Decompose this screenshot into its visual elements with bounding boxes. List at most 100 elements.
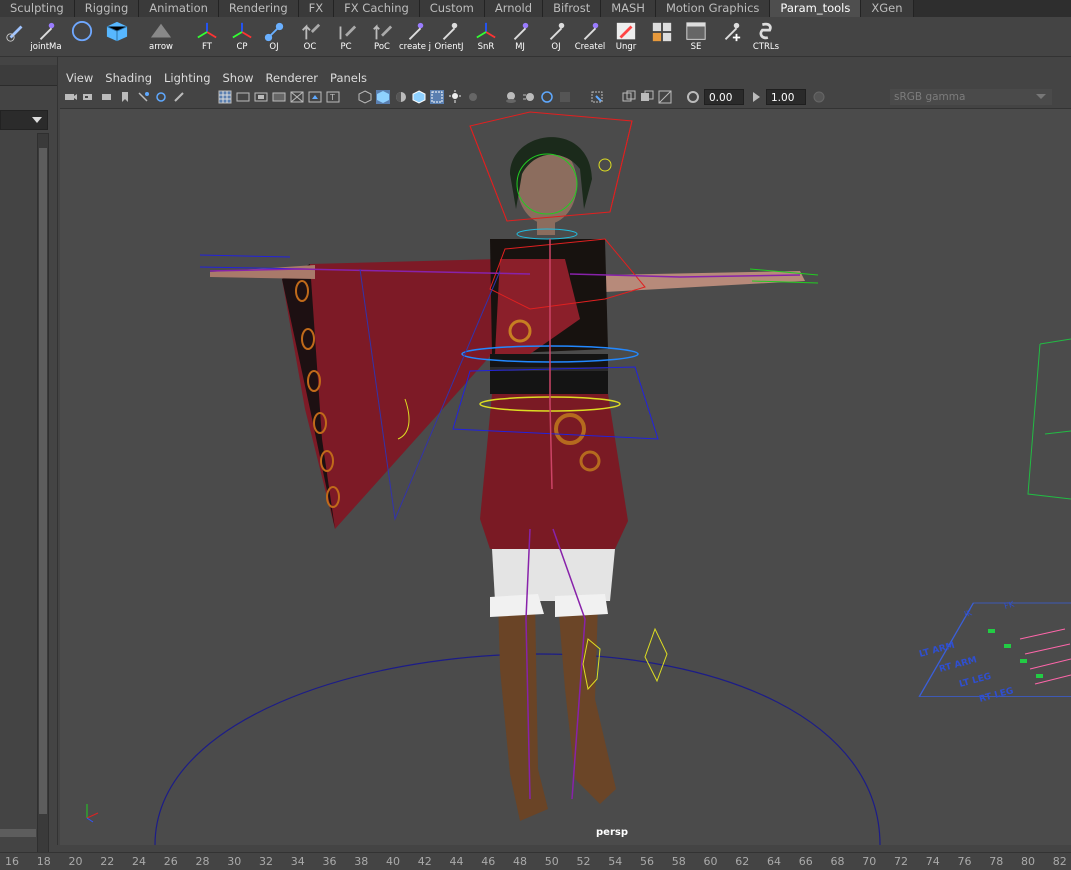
shelf-button-label: MJ <box>515 42 525 52</box>
shadows-icon[interactable] <box>466 90 480 104</box>
shelf-tab-animation[interactable]: Animation <box>139 0 219 17</box>
flag-icon[interactable] <box>118 90 132 104</box>
shelf-button-pc[interactable]: PC <box>330 19 362 54</box>
antialias-icon[interactable] <box>540 90 554 104</box>
timeline-tick: 18 <box>36 855 51 868</box>
timeline-tick: 20 <box>68 855 83 868</box>
left-panel-scrollbar[interactable] <box>37 133 49 865</box>
ambient-occlusion-icon[interactable] <box>504 90 518 104</box>
shelf-tab-fx[interactable]: FX <box>298 0 335 17</box>
resolution-gate-icon[interactable] <box>254 90 268 104</box>
color-space-dropdown[interactable]: sRGB gamma <box>890 89 1052 105</box>
shelf-button-ungr[interactable]: Ungr <box>610 19 642 54</box>
viewport-3d[interactable]: IK FK LT ARM RT ARM LT LEG RT LEG persp <box>60 109 1071 845</box>
shelf-button-label: OJ <box>269 42 279 52</box>
shelf-button-oj[interactable]: OJ <box>258 19 290 54</box>
shelf-button-cp[interactable]: CP <box>226 19 258 54</box>
shelf-button-se[interactable]: SE <box>680 19 712 54</box>
field-chart-icon[interactable] <box>290 90 304 104</box>
shelf-tab-rigging[interactable]: Rigging <box>74 0 140 17</box>
safe-action-icon[interactable] <box>308 90 322 104</box>
shelf-button-label: OrientJ <box>434 42 464 52</box>
shelf-button-plus-joint[interactable] <box>715 19 747 54</box>
shelf-button-chain[interactable] <box>0 19 32 54</box>
menu-view[interactable]: View <box>60 71 99 85</box>
color-management-icon[interactable] <box>812 90 826 104</box>
depth-of-field-icon[interactable] <box>558 90 572 104</box>
shelf-button-arrow[interactable]: arrow <box>145 19 177 54</box>
smooth-shade-icon[interactable] <box>376 90 390 104</box>
motion-blur-icon[interactable] <box>522 90 536 104</box>
menu-panels[interactable]: Panels <box>324 71 373 85</box>
shelf-tab-bifrost[interactable]: Bifrost <box>543 0 602 17</box>
timeline-tick: 68 <box>830 855 845 868</box>
left-panel-hscroll[interactable] <box>0 829 36 837</box>
xray-active-icon[interactable] <box>640 90 654 104</box>
shelf-tab-arnold[interactable]: Arnold <box>484 0 544 17</box>
grid-icon[interactable] <box>218 90 232 104</box>
image-plane-icon[interactable] <box>154 90 168 104</box>
timeline-tick: 56 <box>640 855 654 868</box>
timeline-tick: 58 <box>671 855 686 868</box>
safe-title-icon[interactable]: T <box>326 90 340 104</box>
grease-pencil-icon[interactable] <box>172 90 186 104</box>
gamma-icon[interactable] <box>750 90 764 104</box>
select-camera-icon[interactable] <box>64 90 78 104</box>
shelf-button-grid[interactable] <box>646 19 678 54</box>
shelf-tab-fx-caching[interactable]: FX Caching <box>334 0 420 17</box>
shelf-tab-param-tools[interactable]: Param_tools <box>770 0 862 17</box>
foot-control-b <box>644 627 668 683</box>
timeline[interactable]: 16 18 20 22 24 26 28 30 32 34 36 38 40 42 44 46 48 50 52 54… <box>0 852 1071 870</box>
gate-mask-icon[interactable] <box>272 90 286 104</box>
xray-joints-icon[interactable] <box>622 90 636 104</box>
skirt <box>480 394 628 549</box>
exposure-icon[interactable] <box>686 90 700 104</box>
backface-icon[interactable] <box>658 90 672 104</box>
timeline-tick: 78 <box>989 855 1004 868</box>
menu-show[interactable]: Show <box>217 71 260 85</box>
obi-belt <box>490 354 608 394</box>
bookmark-icon[interactable] <box>100 90 114 104</box>
shelf-button-mj[interactable]: MJ <box>504 19 536 54</box>
shelf-button-snr[interactable]: SnR <box>470 19 502 54</box>
left-panel-dropdown[interactable] <box>0 110 48 130</box>
shelf-button-cube[interactable] <box>101 19 133 54</box>
gamma-field[interactable]: 1.00 <box>766 89 806 105</box>
exposure-field[interactable]: 0.00 <box>704 89 744 105</box>
menu-renderer[interactable]: Renderer <box>260 71 325 85</box>
shelf-button-jointma[interactable]: jointMa <box>30 19 62 54</box>
film-gate-icon[interactable] <box>136 90 150 104</box>
shelf-button-ft[interactable]: FT <box>191 19 223 54</box>
shelf-button-create-j[interactable]: create j <box>399 19 431 54</box>
circle-icon <box>71 21 93 42</box>
menu-lighting[interactable]: Lighting <box>158 71 216 85</box>
camera-attributes-icon[interactable] <box>82 90 96 104</box>
shelf-button-createl[interactable]: Createl <box>574 19 606 54</box>
shelf-button-poc[interactable]: PoC <box>366 19 398 54</box>
shelf-tab-sculpting[interactable]: Sculpting <box>0 0 75 17</box>
shelf-button-orientj[interactable]: OrientJ <box>433 19 465 54</box>
shelf-tab-motion-graphics[interactable]: Motion Graphics <box>655 0 771 17</box>
lights-icon[interactable] <box>448 90 462 104</box>
menu-shading[interactable]: Shading <box>99 71 158 85</box>
shelf-button-circle[interactable] <box>66 19 98 54</box>
shelf-tab-xgen[interactable]: XGen <box>861 0 914 17</box>
scroll-thumb[interactable] <box>39 148 47 814</box>
camera-label: persp <box>596 827 628 838</box>
default-material-icon[interactable] <box>394 90 408 104</box>
character-model <box>210 137 805 821</box>
shelf-tab-custom[interactable]: Custom <box>419 0 485 17</box>
shelf-button-oj[interactable]: OJ <box>540 19 572 54</box>
isolate-select-icon[interactable] <box>590 90 604 104</box>
shelf-button-oc[interactable]: OC <box>294 19 326 54</box>
wireframe-on-shaded-icon[interactable] <box>412 90 426 104</box>
shelf-tab-rendering[interactable]: Rendering <box>218 0 299 17</box>
wireframe-icon[interactable] <box>358 90 372 104</box>
timeline-tick: 44 <box>449 855 464 868</box>
shelf-button-label <box>646 42 678 52</box>
film-gate-toggle-icon[interactable] <box>236 90 250 104</box>
xray-icon[interactable] <box>430 90 444 104</box>
timeline-tick: 48 <box>513 855 527 868</box>
shelf-button-ctrls[interactable]: CTRLs <box>750 19 782 54</box>
shelf-tab-mash[interactable]: MASH <box>601 0 656 17</box>
